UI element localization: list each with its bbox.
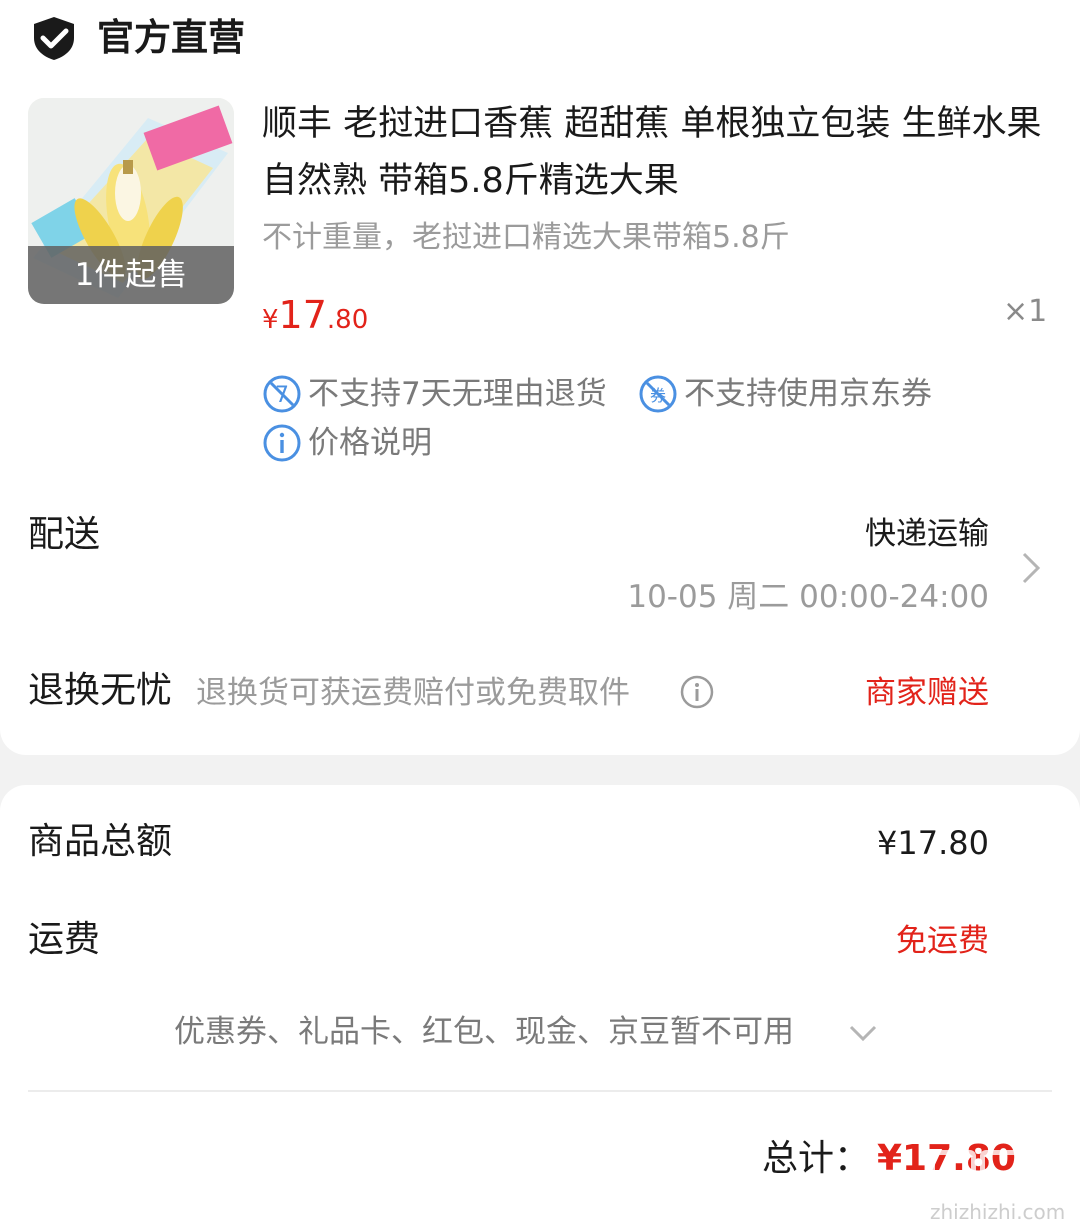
no-return-icon: 7 bbox=[263, 375, 301, 413]
product-image[interactable]: 1件起售 bbox=[28, 98, 234, 304]
shipping-fee-value: 免运费 bbox=[896, 923, 989, 959]
order-item-card: 官方直营 1件起售 顺丰 老挝进口香蕉 超甜蕉 单根独立包装 生鲜水果自然熟 带… bbox=[0, 0, 1080, 755]
price-symbol: ¥ bbox=[262, 305, 279, 335]
shield-check-icon bbox=[34, 17, 74, 60]
tag-no-coupon: 不支持使用京东券 bbox=[684, 376, 932, 412]
total-label: 总计： bbox=[762, 1138, 871, 1179]
shipping-fee-label: 运费 bbox=[28, 919, 101, 960]
return-service-label: 退换无忧 bbox=[28, 670, 173, 711]
product-title[interactable]: 顺丰 老挝进口香蕉 超甜蕉 单根独立包装 生鲜水果自然熟 带箱5.8斤精选大果 bbox=[262, 96, 1047, 210]
product-price: ¥17.80 bbox=[262, 290, 368, 348]
chevron-down-icon[interactable] bbox=[847, 1019, 879, 1047]
goods-total-label: 商品总额 bbox=[28, 821, 173, 862]
goods-total-amount: ¥17.80 bbox=[877, 824, 989, 862]
divider bbox=[28, 1090, 1052, 1092]
return-service-desc: 退换货可获运费赔付或免费取件 bbox=[196, 675, 630, 711]
info-icon[interactable] bbox=[679, 674, 715, 710]
discount-unavailable-note[interactable]: 优惠券、礼品卡、红包、现金、京豆暂不可用 bbox=[174, 1012, 794, 1052]
watermark-text: zhizhizhi.com bbox=[930, 1200, 1066, 1224]
watermark-logo bbox=[930, 1150, 1080, 1200]
price-integer: 17 bbox=[278, 293, 327, 337]
min-purchase-badge: 1件起售 bbox=[28, 246, 234, 304]
product-spec: 不计重量，老挝进口精选大果带箱5.8斤 bbox=[262, 220, 790, 255]
store-name[interactable]: 官方直营 bbox=[97, 14, 245, 62]
product-quantity: ×1 bbox=[1003, 294, 1048, 329]
tag-no-return: 不支持7天无理由退货 bbox=[308, 376, 607, 412]
delivery-label: 配送 bbox=[28, 514, 101, 555]
delivery-method[interactable]: 快递运输 bbox=[865, 514, 989, 554]
return-service-value: 商家赠送 bbox=[865, 675, 989, 711]
price-decimal: .80 bbox=[326, 305, 369, 335]
delivery-time[interactable]: 10-05 周二 00:00-24:00 bbox=[627, 577, 989, 617]
price-explanation-link[interactable]: 价格说明 bbox=[308, 423, 432, 463]
chevron-right-icon[interactable] bbox=[1018, 548, 1046, 588]
no-coupon-icon: 券 bbox=[639, 375, 677, 413]
info-icon[interactable] bbox=[262, 423, 302, 463]
